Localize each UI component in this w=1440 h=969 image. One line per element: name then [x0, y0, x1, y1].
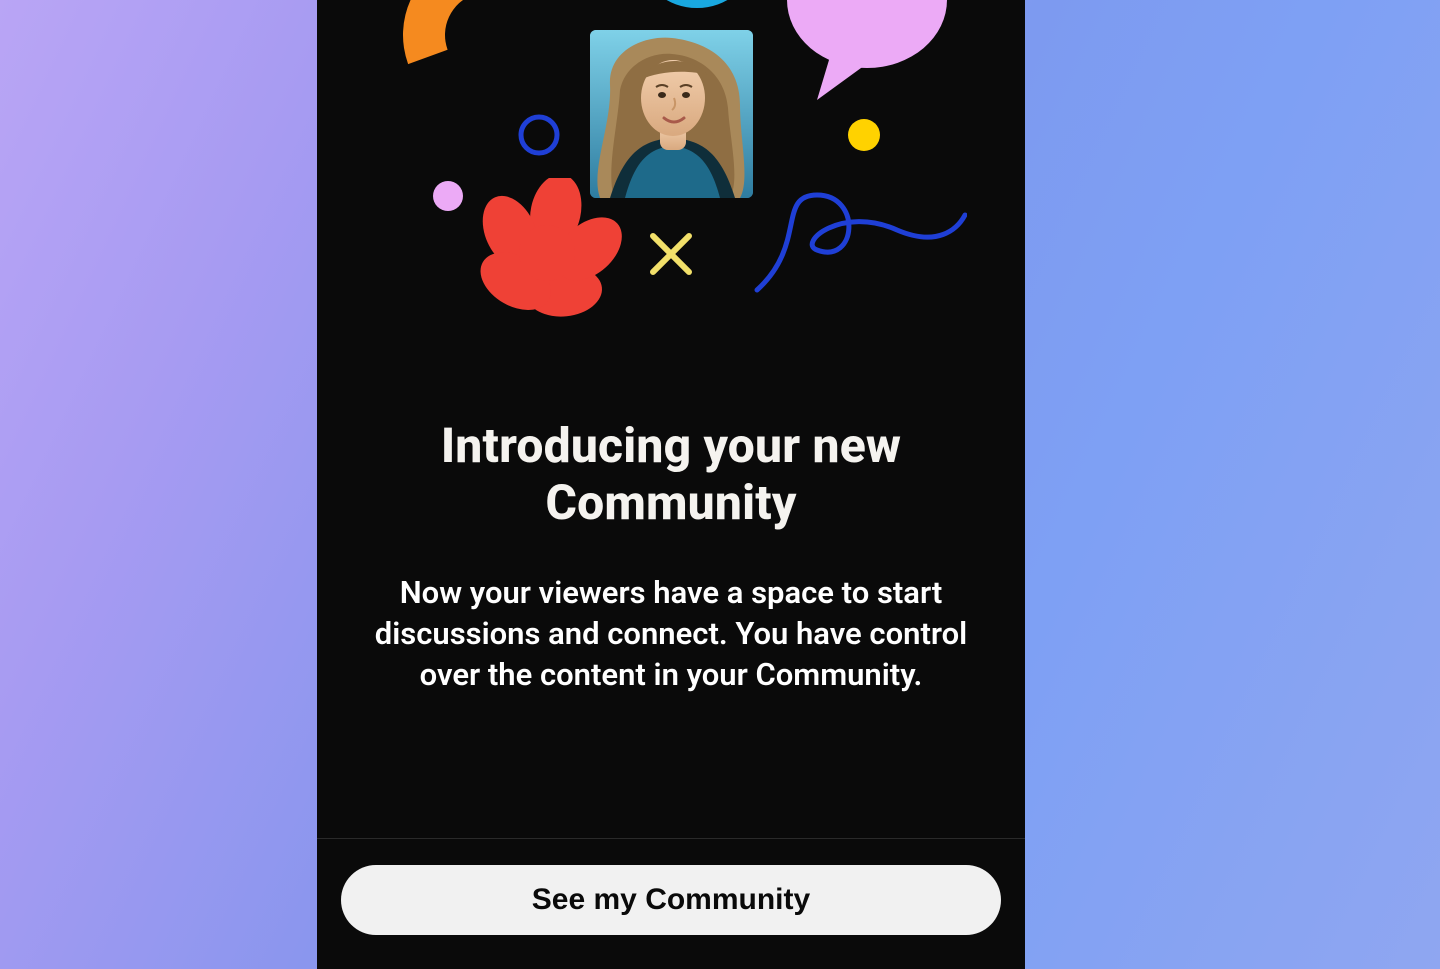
flower-icon — [472, 178, 622, 328]
cross-icon — [647, 230, 695, 278]
dot-icon — [847, 118, 881, 152]
avatar-photo — [590, 30, 753, 198]
squiggle-icon — [747, 175, 967, 305]
spacer — [317, 696, 1025, 838]
modal-headline: Introducing your new Community — [375, 418, 967, 531]
ring-icon — [517, 113, 561, 157]
arc-icon — [403, 0, 573, 120]
blob-icon — [637, 0, 757, 20]
hero-illustration — [317, 0, 1025, 360]
modal-subhead: Now your viewers have a space to start d… — [365, 573, 977, 696]
modal-footer: See my Community — [317, 838, 1025, 969]
community-intro-modal: Introducing your new Community Now your … — [317, 0, 1025, 969]
see-my-community-button[interactable]: See my Community — [341, 865, 1001, 935]
speech-bubble-icon — [777, 0, 957, 110]
dot-icon — [432, 180, 464, 212]
